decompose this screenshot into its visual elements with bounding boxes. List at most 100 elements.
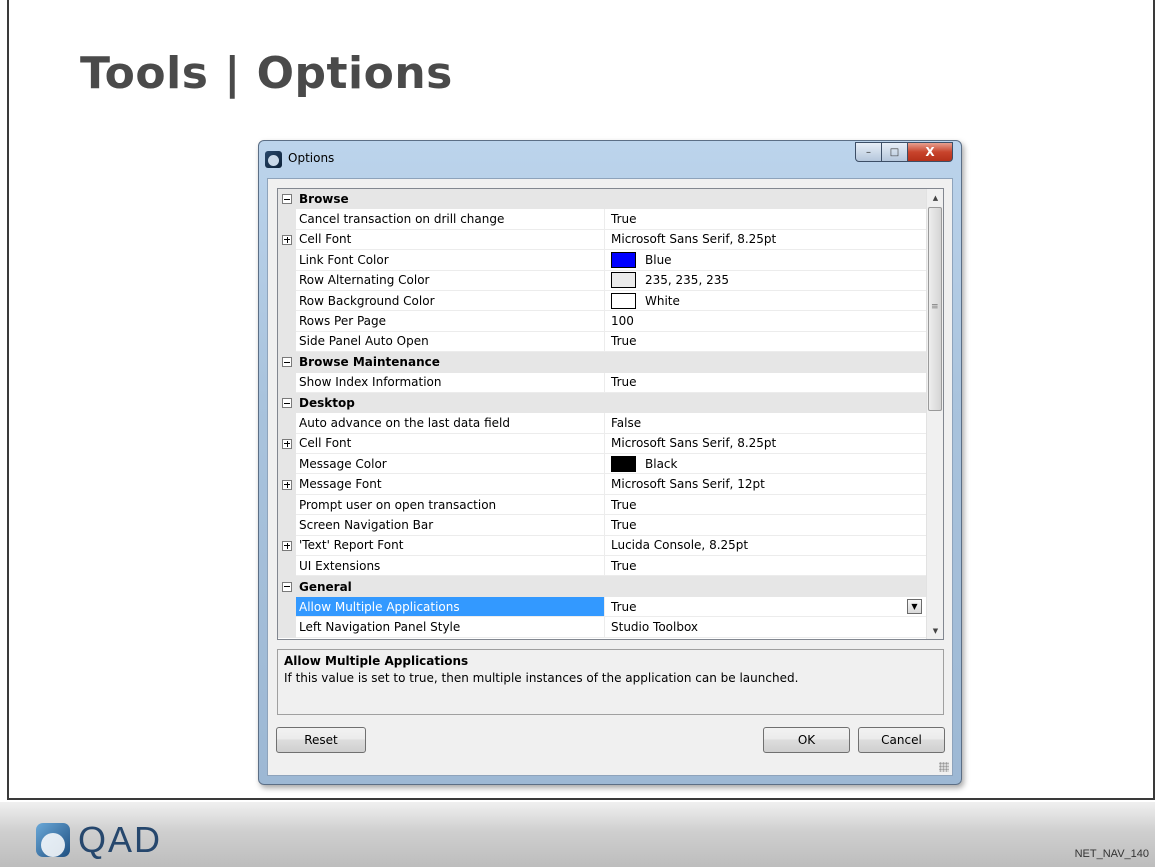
property-value-text: True — [611, 558, 637, 573]
property-row[interactable]: Link Font Color Blue — [278, 250, 926, 271]
property-name[interactable]: Rows Per Page — [296, 311, 605, 332]
property-row[interactable]: UI Extensions True — [278, 556, 926, 577]
property-name[interactable]: Message Font — [296, 474, 605, 495]
property-name[interactable]: 'Text' Report Font — [296, 535, 605, 557]
property-grid: Browse Cancel transaction on drill change… — [277, 188, 944, 640]
app-icon — [265, 151, 282, 168]
property-name[interactable]: Link Font Color — [296, 250, 605, 271]
color-swatch — [611, 251, 636, 268]
row-margin — [278, 494, 296, 516]
collapse-icon[interactable] — [282, 398, 292, 409]
property-name[interactable]: Row Alternating Color — [296, 270, 605, 291]
expand-icon[interactable] — [282, 234, 292, 245]
property-name[interactable]: Cancel transaction on drill change — [296, 209, 605, 230]
scroll-up-icon[interactable]: ▲ — [927, 189, 943, 206]
property-name[interactable]: Prompt user on open transaction — [296, 494, 605, 516]
property-name[interactable]: Message Color — [296, 454, 605, 475]
qad-logo-icon — [36, 823, 70, 857]
property-row[interactable]: Message Font Microsoft Sans Serif, 12pt — [278, 474, 926, 495]
scroll-down-icon[interactable]: ▼ — [927, 622, 943, 639]
property-value[interactable]: Black — [605, 454, 926, 475]
category-label: Browse Maintenance — [299, 355, 440, 370]
property-value[interactable]: Microsoft Sans Serif, 12pt — [605, 474, 926, 495]
property-grid-rows: Browse Cancel transaction on drill change… — [278, 189, 926, 638]
property-value[interactable]: Lucida Console, 8.25pt — [605, 536, 926, 557]
cancel-button[interactable]: Cancel — [858, 727, 945, 753]
ok-button[interactable]: OK — [763, 727, 850, 753]
property-value[interactable]: True ▼ — [605, 597, 926, 618]
property-value-text: True — [611, 599, 637, 614]
property-row[interactable]: Auto advance on the last data field False — [278, 413, 926, 434]
dialog-titlebar[interactable]: Options – □ X — [259, 141, 961, 177]
property-row[interactable]: Show Index Information True — [278, 372, 926, 393]
property-name[interactable]: UI Extensions — [296, 556, 605, 577]
property-value[interactable]: Microsoft Sans Serif, 8.25pt — [605, 230, 926, 251]
property-row[interactable]: Cell Font Microsoft Sans Serif, 8.25pt — [278, 229, 926, 251]
property-name[interactable]: Row Background Color — [296, 290, 605, 312]
property-row[interactable]: Cell Font Microsoft Sans Serif, 8.25pt — [278, 433, 926, 455]
property-row[interactable]: 'Text' Report Font Lucida Console, 8.25pt — [278, 535, 926, 557]
property-row[interactable]: Prompt user on open transaction True — [278, 494, 926, 516]
collapse-icon[interactable] — [282, 357, 292, 368]
property-name[interactable]: Screen Navigation Bar — [296, 515, 605, 536]
reset-button[interactable]: Reset — [276, 727, 366, 753]
property-value[interactable]: 235, 235, 235 — [605, 271, 926, 291]
dropdown-arrow-icon[interactable]: ▼ — [907, 598, 922, 614]
property-name[interactable]: Left Navigation Panel Style — [296, 617, 605, 638]
window-controls: – □ X — [855, 142, 953, 162]
property-row[interactable]: Message Color Black — [278, 454, 926, 475]
row-margin — [278, 209, 296, 230]
row-margin — [278, 311, 296, 332]
row-margin — [278, 250, 296, 271]
resize-grip-icon[interactable] — [939, 762, 949, 772]
property-name[interactable]: Side Panel Auto Open — [296, 331, 605, 353]
property-name[interactable]: Auto advance on the last data field — [296, 413, 605, 434]
property-value-text: True — [611, 375, 637, 390]
property-value[interactable]: False — [605, 413, 926, 434]
property-value[interactable]: True — [605, 515, 926, 536]
property-row[interactable]: Screen Navigation Bar True — [278, 515, 926, 536]
maximize-button[interactable]: □ — [882, 142, 908, 162]
category-label: Browse — [299, 192, 349, 207]
category-row[interactable]: Browse Maintenance — [278, 352, 926, 373]
property-value[interactable]: True — [605, 373, 926, 393]
property-value[interactable]: 100 — [605, 311, 926, 332]
property-row[interactable]: Row Background Color White — [278, 290, 926, 312]
property-name[interactable]: Cell Font — [296, 433, 605, 455]
property-value[interactable]: White — [605, 291, 926, 312]
property-value[interactable]: Blue — [605, 250, 926, 271]
row-margin — [278, 331, 296, 353]
minimize-button[interactable]: – — [855, 142, 882, 162]
property-row[interactable]: Rows Per Page 100 — [278, 311, 926, 332]
property-value-text: Microsoft Sans Serif, 12pt — [611, 477, 765, 492]
scroll-thumb[interactable] — [928, 207, 942, 411]
property-row[interactable]: Left Navigation Panel Style Studio Toolbo… — [278, 617, 926, 638]
row-margin — [278, 535, 296, 557]
property-name[interactable]: Show Index Information — [296, 372, 605, 393]
expand-icon[interactable] — [282, 479, 292, 490]
close-button[interactable]: X — [908, 142, 953, 162]
property-row[interactable]: Cancel transaction on drill change True — [278, 209, 926, 230]
property-name[interactable]: Cell Font — [296, 229, 605, 251]
property-row[interactable]: Row Alternating Color 235, 235, 235 — [278, 270, 926, 291]
category-row[interactable]: General — [278, 576, 926, 597]
row-margin — [278, 392, 296, 414]
property-value[interactable]: True — [605, 209, 926, 230]
property-value[interactable]: True — [605, 332, 926, 353]
expand-icon[interactable] — [282, 438, 292, 449]
property-row[interactable]: Side Panel Auto Open True — [278, 331, 926, 353]
category-label: Desktop — [299, 396, 355, 411]
category-row[interactable]: Browse — [278, 189, 926, 210]
collapse-icon[interactable] — [282, 581, 292, 592]
property-value[interactable]: True — [605, 556, 926, 577]
expand-icon[interactable] — [282, 540, 292, 551]
vertical-scrollbar[interactable]: ▲ ▼ — [926, 189, 943, 639]
property-name[interactable]: Allow Multiple Applications — [296, 596, 605, 618]
property-value[interactable]: True — [605, 495, 926, 516]
property-value[interactable]: Microsoft Sans Serif, 8.25pt — [605, 434, 926, 455]
property-value[interactable]: Studio Toolbox — [605, 617, 926, 638]
collapse-icon[interactable] — [282, 194, 292, 205]
category-label: General — [299, 579, 352, 594]
category-row[interactable]: Desktop — [278, 392, 926, 414]
property-row[interactable]: Allow Multiple Applications True ▼ — [278, 596, 926, 618]
